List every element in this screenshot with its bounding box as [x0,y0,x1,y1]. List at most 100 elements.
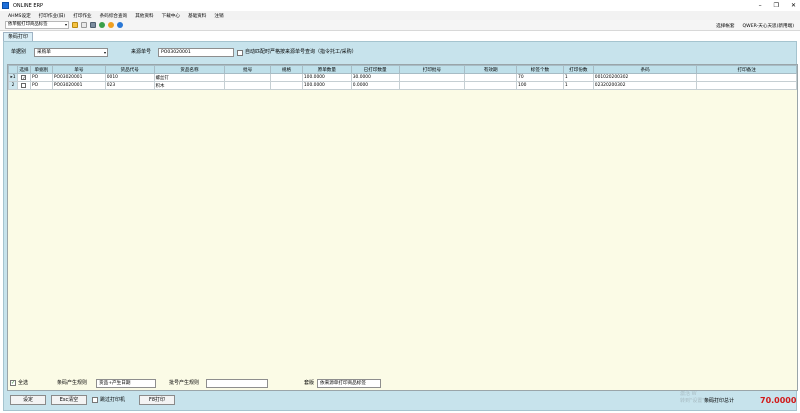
cell-doc-type[interactable]: PO [29,81,53,90]
cell-print-batch[interactable] [398,73,466,82]
cell-barcode[interactable]: 02320200302 [592,81,698,90]
col-header-item-name[interactable]: 货品名称 [153,65,226,74]
cell-printed-qty[interactable]: 30.0000 [350,73,400,82]
items-grid: 选择 单据别 单号 货品代号 货品名称 批号 规格 原单数量 已打印数量 打印批… [7,64,798,391]
col-header-doc-type[interactable]: 单据别 [29,65,53,74]
source-no-input[interactable]: PO03020001 [158,48,234,57]
restore-icon[interactable]: ❐ [774,2,779,9]
cell-doc-no[interactable]: PO03020001 [51,81,106,90]
refresh-icon[interactable] [99,22,105,28]
cell-item-code[interactable]: 023 [104,81,155,90]
toolbar: 依单据打印商品标签 ▾ 选择帐套 QWER-天心天思(新用端) [0,20,800,31]
menu-item-other-data[interactable]: 其他资料 [135,13,153,19]
col-header-order-qty[interactable]: 原单数量 [301,65,352,74]
menu-item-barcode-query[interactable]: 条码综合查询 [100,13,128,19]
menu-item-print-job[interactable]: 打印作业 [73,13,91,19]
col-header-label-count[interactable]: 标签个数 [516,65,564,74]
menu-item-ahms-settings[interactable]: AHMS设定 [8,13,31,19]
select-all-label: 全选 [18,380,29,386]
chevron-down-icon: ▾ [103,50,106,55]
main-panel: 单据别 采购单 ▾ 来源单号 PO03020001 自动匹配时严格按来源单号查询… [3,41,798,411]
cell-item-code[interactable]: 0010 [104,73,155,82]
new-icon[interactable] [72,22,78,28]
chevron-down-icon: ▾ [64,22,67,27]
function-selector[interactable]: 依单据打印商品标签 ▾ [5,21,69,29]
cell-spec[interactable] [270,81,303,90]
cell-label-count[interactable]: 100 [516,81,564,90]
cell-copies[interactable]: 1 [562,73,594,82]
col-header-select[interactable]: 选择 [16,65,31,74]
esc-clear-button[interactable]: Esc清空 [51,395,87,405]
cell-remark[interactable] [696,73,797,82]
menu-item-download-center[interactable]: 下载中心 [162,13,180,19]
print-icon[interactable] [90,22,96,28]
select-all-checkbox[interactable]: ✓ [10,380,16,386]
cell-batch[interactable] [224,73,272,82]
cell-printed-qty[interactable]: 0.0000 [350,81,400,90]
cell-item-name[interactable]: 螺丝钉 [153,73,226,82]
function-selector-value: 依单据打印商品标签 [8,22,48,27]
col-header-item-code[interactable]: 货品代号 [104,65,155,74]
doc-type-value: 采购单 [37,50,51,55]
tab-strip: 条码打印 [0,31,800,41]
batch-rule-input[interactable] [206,379,268,388]
table-row[interactable]: ▸1 ✓ PO PO03020001 0010 螺丝钉 100.0000 30.… [8,73,797,82]
skip-printer-label: 跳过打印机 [100,397,126,403]
col-header-copies[interactable]: 打印份数 [562,65,594,74]
barcode-rule-input[interactable]: 货品+产生日期 [96,379,156,388]
cell-copies[interactable]: 1 [562,81,594,90]
minimize-icon[interactable]: – [759,2,762,9]
folder-icon[interactable] [81,22,87,28]
cell-item-name[interactable]: 积木 [153,81,226,90]
col-header-print-batch[interactable]: 打印批号 [398,65,466,74]
tab-barcode-print[interactable]: 条码打印 [3,32,34,41]
source-no-label: 来源单号 [131,49,152,55]
cell-doc-type[interactable]: PO [29,73,53,82]
cell-batch[interactable] [224,81,272,90]
cell-label-count[interactable]: 70 [516,73,564,82]
warning-icon[interactable] [108,22,114,28]
batch-rule-label: 批号产生规则 [169,380,200,386]
col-header-barcode[interactable]: 条码 [592,65,698,74]
col-header-rownum [8,65,18,74]
app-logo-icon [2,2,9,9]
table-row[interactable]: 2 PO PO03020001 023 积木 100.0000 0.0000 1… [8,81,797,90]
menu-item-base-data[interactable]: 基础资料 [188,13,206,19]
select-account-link[interactable]: 选择帐套 [716,23,734,29]
items-table: 选择 单据别 单号 货品代号 货品名称 批号 规格 原单数量 已打印数量 打印批… [8,65,797,90]
skip-printer-checkbox[interactable] [92,397,98,403]
col-header-remark[interactable]: 打印备注 [696,65,797,74]
col-header-batch[interactable]: 批号 [224,65,272,74]
col-header-printed-qty[interactable]: 已打印数量 [350,65,400,74]
settings-button[interactable]: 设定 [10,395,46,405]
cell-barcode[interactable]: 001020200302 [592,73,698,82]
print-button[interactable]: F8打印 [139,395,175,405]
cell-expiry[interactable] [464,73,518,82]
template-input[interactable]: 依来源单打印商品标签 [317,379,381,388]
col-header-spec[interactable]: 规格 [270,65,303,74]
row-select-cell[interactable]: ✓ [16,73,31,82]
bottom-bar: ✓ 全选 条码产生规则 货品+产生日期 批号产生规则 套版 依来源单打印商品标签… [4,378,796,411]
cell-doc-no[interactable]: PO03020001 [51,73,106,82]
cell-expiry[interactable] [464,81,518,90]
cell-spec[interactable] [270,73,303,82]
col-header-expiry[interactable]: 有效期 [464,65,518,74]
help-icon[interactable] [117,22,123,28]
menu-item-print-old[interactable]: 打印作业(旧) [39,13,66,19]
cell-remark[interactable] [696,81,797,90]
col-header-doc-no[interactable]: 单号 [51,65,106,74]
cell-order-qty[interactable]: 100.0000 [301,73,352,82]
row-select-checkbox[interactable] [21,82,27,88]
row-select-checkbox[interactable]: ✓ [21,74,27,80]
doc-type-select[interactable]: 采购单 ▾ [34,48,108,57]
menu-item-logout[interactable]: 注销 [214,13,223,19]
print-total-value: 70.0000 [760,396,797,405]
title-bar: ONLINE ERP – ❐ ✕ [0,0,800,11]
window-title: ONLINE ERP [13,2,44,9]
cell-print-batch[interactable] [398,81,466,90]
auto-match-checkbox[interactable] [237,50,243,56]
row-select-cell[interactable] [16,81,31,90]
cell-order-qty[interactable]: 100.0000 [301,81,352,90]
barcode-rule-label: 条码产生规则 [57,380,88,386]
close-icon[interactable]: ✕ [791,2,796,9]
